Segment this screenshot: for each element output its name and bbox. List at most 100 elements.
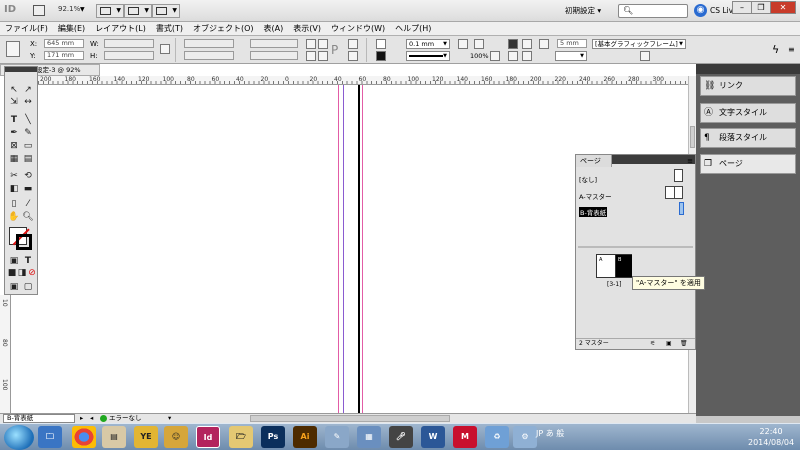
new-page-icon[interactable]: ▣ — [666, 339, 672, 349]
taskbar-recycle-icon[interactable]: ♻ — [485, 426, 509, 448]
taskbar-photoshop-icon[interactable]: Ps — [261, 426, 285, 448]
rectangle-tool-icon[interactable]: ▭ — [22, 141, 34, 151]
taskbar-mcafee-icon[interactable]: M — [453, 426, 477, 448]
zoom-tool-icon[interactable]: 🔍︎ — [22, 212, 34, 222]
menu-layout[interactable]: レイアウト(L) — [90, 22, 151, 35]
scroll-thumb[interactable] — [690, 126, 695, 148]
flip-h-icon[interactable] — [306, 51, 316, 61]
scale-x-field[interactable] — [184, 39, 234, 48]
menu-help[interactable]: ヘルプ(H) — [390, 22, 436, 35]
cslive-icon[interactable]: ◉ — [694, 4, 707, 17]
system-clock[interactable]: 22:40 2014/08/04 — [748, 426, 794, 448]
arrange-documents-button[interactable]: ▼ — [152, 4, 180, 18]
taskbar-mic-icon[interactable]: 🎤︎ — [389, 426, 413, 448]
master-a-label[interactable]: A-マスター — [579, 191, 612, 201]
scale-y-field[interactable] — [184, 51, 234, 60]
lightning-icon[interactable]: ϟ — [772, 43, 779, 56]
preview-mode-icon[interactable]: ▢ — [22, 282, 34, 292]
scissors-tool-icon[interactable]: ✂ — [8, 171, 20, 181]
width-field[interactable] — [104, 39, 154, 48]
dock-item-pages[interactable]: ❐ ページ — [700, 154, 796, 174]
menu-file[interactable]: ファイル(F) — [0, 22, 53, 35]
height-field[interactable] — [104, 51, 154, 60]
normal-view-icon[interactable]: ▣ — [8, 282, 20, 292]
menu-object[interactable]: オブジェクト(O) — [188, 22, 259, 35]
menu-table[interactable]: 表(A) — [259, 22, 289, 35]
stroke-weight-select[interactable]: 0.1 mm — [406, 39, 450, 49]
taskbar-paint-icon[interactable]: ✎ — [325, 426, 349, 448]
screen-mode-button[interactable]: ▼ — [124, 4, 152, 18]
spread-page-selected[interactable]: B — [615, 255, 632, 277]
stroke-type-select[interactable] — [406, 51, 450, 61]
constrain-proportions-icon[interactable] — [160, 44, 170, 54]
tools-panel-grip[interactable] — [5, 67, 37, 72]
dock-item-paragraph-styles[interactable]: ¶ 段落スタイル — [700, 128, 796, 148]
master-none-label[interactable]: [なし] — [579, 174, 597, 184]
apply-none-icon[interactable]: ⊘ — [26, 268, 38, 278]
pages-panel-divider[interactable] — [578, 246, 693, 248]
start-button[interactable] — [4, 425, 34, 450]
type-tool-icon[interactable]: T — [8, 115, 20, 125]
select-content-icon[interactable] — [348, 51, 358, 61]
status-close-icon[interactable]: ◂ — [90, 414, 93, 422]
taskbar-explorer-icon[interactable]: 🗀 — [38, 426, 62, 448]
taskbar-illustrator-icon[interactable]: Ai — [293, 426, 317, 448]
bridge-icon[interactable] — [33, 5, 45, 16]
master-none-thumb[interactable] — [674, 169, 683, 182]
view-options-button[interactable]: ▼ — [96, 4, 124, 18]
rotate-cw-icon[interactable] — [306, 39, 316, 49]
pages-tab[interactable]: ページ — [576, 155, 612, 167]
corner-options-icon[interactable] — [539, 39, 549, 49]
zoom-dropdown-icon[interactable]: ▼ — [80, 6, 85, 13]
corner-shape-select[interactable] — [555, 51, 587, 61]
text-wrap-icon[interactable] — [508, 39, 518, 49]
master-b-label[interactable]: B-背表紙 — [579, 207, 608, 217]
rectangle-frame-tool-icon[interactable]: ⊠ — [8, 141, 20, 151]
horizontal-ruler[interactable]: 200 180 160 140 120 100 80 60 40 20 0 20 40 60 80 100 12… — [38, 76, 688, 85]
taskbar-other-icon[interactable]: ⚙ — [513, 426, 537, 448]
gradient-swatch-tool-icon[interactable]: ◧ — [8, 184, 20, 194]
rotate-field[interactable] — [250, 39, 298, 48]
gap-tool-icon[interactable]: ↔ — [22, 97, 34, 107]
stroke-swatch-icon[interactable] — [376, 51, 386, 61]
corner-size-field[interactable]: 5 mm — [557, 39, 587, 48]
reference-point-icon[interactable] — [6, 41, 20, 57]
object-style-select[interactable]: [基本グラフィックフレーム] — [592, 39, 686, 49]
opacity-arrow-icon[interactable] — [490, 51, 500, 61]
preflight-status[interactable]: エラーなし — [99, 414, 159, 423]
taskbar-files-icon[interactable]: 🗁 — [229, 426, 253, 448]
taskbar-word-icon[interactable]: W — [421, 426, 445, 448]
y-field[interactable]: 171 mm — [44, 51, 84, 60]
horizontal-scrollbar[interactable] — [250, 415, 450, 422]
wrap-around-icon[interactable] — [522, 39, 532, 49]
vertical-ruler[interactable]: 10 80 100 — [0, 295, 11, 413]
system-tray[interactable]: JP あ 般 — [536, 428, 564, 439]
direct-selection-tool-icon[interactable]: ↗ — [22, 85, 34, 95]
dock-item-links[interactable]: ⛓ リンク — [700, 76, 796, 96]
formatting-container-icon[interactable]: ▣ — [8, 256, 20, 266]
pages-panel-menu-icon[interactable]: ≡ — [687, 155, 693, 167]
close-button[interactable]: ✕ — [770, 1, 796, 14]
eyedropper-tool-icon[interactable]: ⁄ — [22, 199, 34, 209]
selection-tool-icon[interactable]: ↖ — [8, 85, 20, 95]
shear-field[interactable] — [250, 51, 298, 60]
menu-edit[interactable]: 編集(E) — [53, 22, 90, 35]
workspace-switcher[interactable]: 初期設定 ▾ — [565, 5, 601, 16]
taskbar-folder-icon[interactable]: ▤ — [102, 426, 126, 448]
menu-view[interactable]: 表示(V) — [288, 22, 326, 35]
status-open-icon[interactable]: ▸ — [80, 414, 83, 422]
page-tool-icon[interactable]: ⇲ — [8, 97, 20, 107]
note-tool-icon[interactable]: ▯ — [8, 199, 20, 209]
clear-overrides-icon[interactable] — [640, 51, 650, 61]
minimize-button[interactable]: – — [732, 1, 752, 14]
master-b-thumb[interactable] — [679, 202, 684, 215]
taskbar-game2-icon[interactable]: ☺ — [164, 426, 188, 448]
edit-page-size-icon[interactable]: ⚟ — [650, 339, 655, 349]
line-tool-icon[interactable]: ╲ — [22, 115, 34, 125]
pencil-tool-icon[interactable]: ✎ — [22, 128, 34, 138]
page-spread[interactable]: A B — [596, 254, 632, 278]
flip-v-icon[interactable] — [318, 51, 328, 61]
opacity-value[interactable]: 100% — [470, 52, 489, 60]
wrap-jump-icon[interactable] — [508, 51, 518, 61]
free-transform-tool-icon[interactable]: ⟲ — [22, 171, 34, 181]
